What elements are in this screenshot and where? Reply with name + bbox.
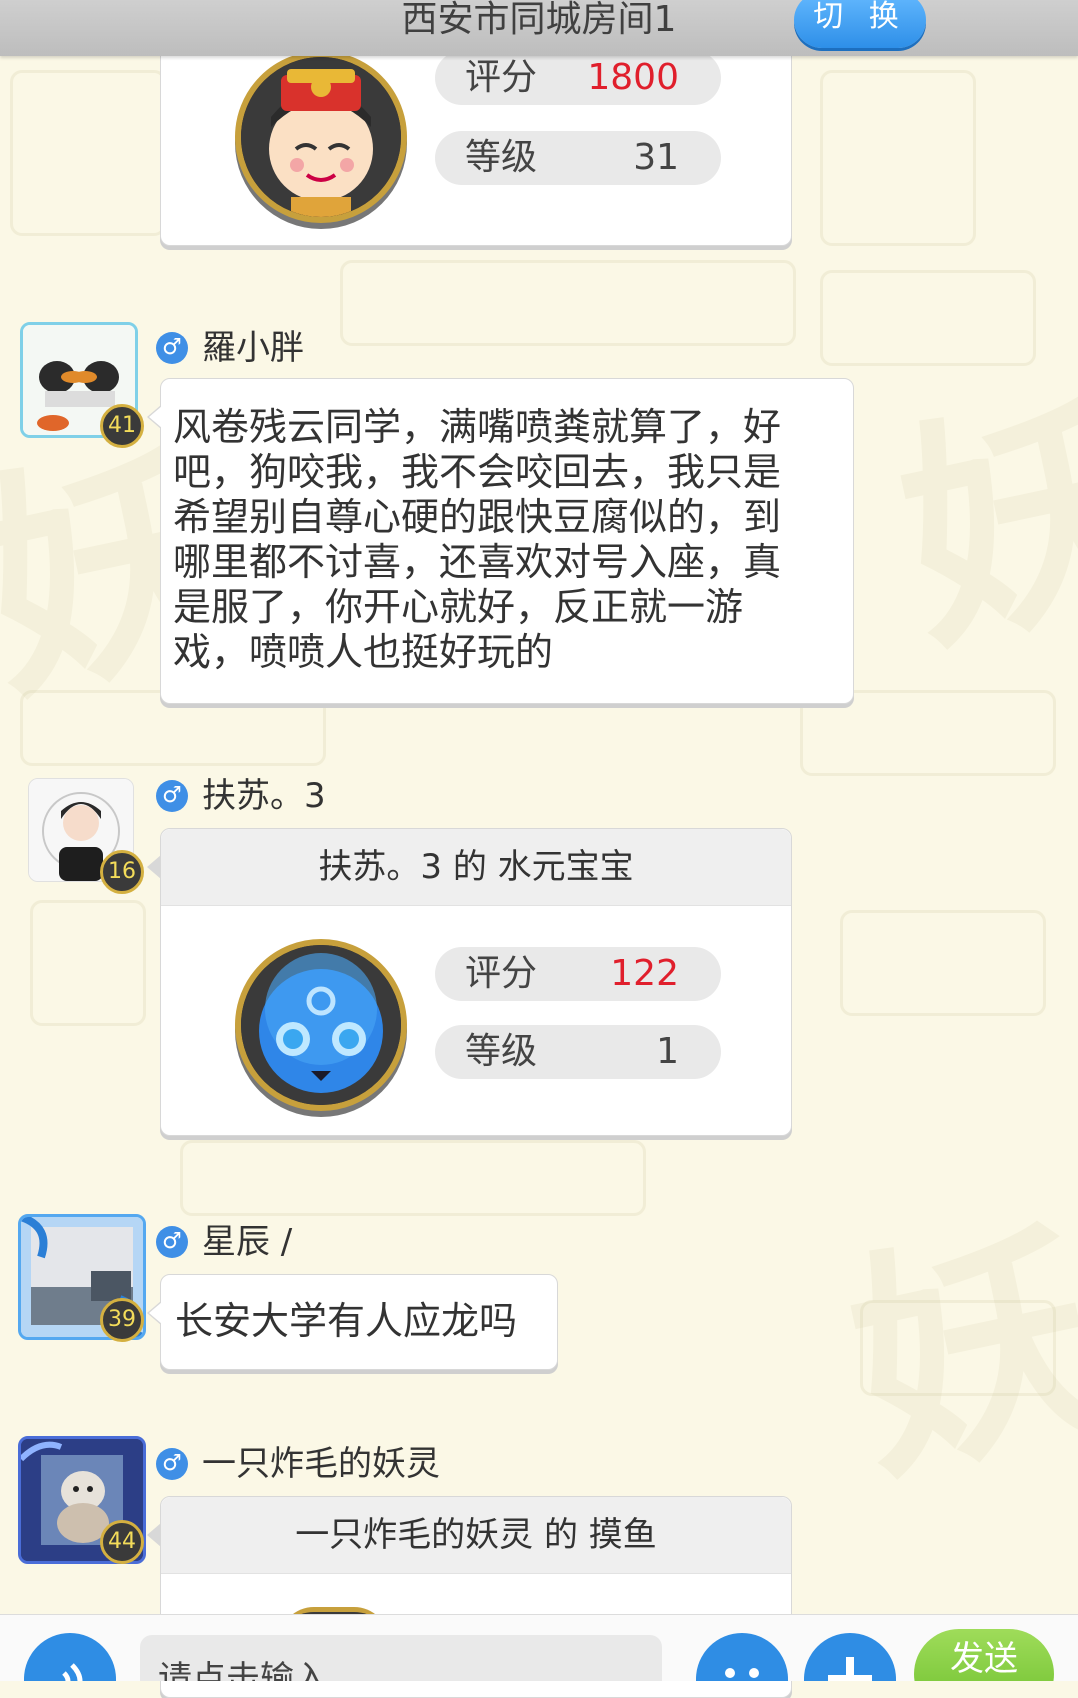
send-button[interactable]: 发送 [914,1629,1054,1681]
pet-card[interactable]: 扶苏。3 的 水元宝宝 评分 122 等级 1 [147,828,792,1136]
message-input[interactable]: 请点击输入 [140,1635,662,1681]
score-stat: 评分 1800 [435,51,721,105]
user-level-badge: 44 [100,1520,144,1564]
message-text: 长安大学有人应龙吗 [175,1299,518,1343]
level-label: 等级 [465,137,538,178]
level-label: 等级 [465,1031,538,1072]
score-value: 1800 [587,57,679,98]
score-value: 122 [610,953,679,994]
add-button[interactable] [804,1633,896,1681]
pet-card-title: 一只炸毛的妖灵 的 摸鱼 [161,1497,791,1574]
water-spirit-icon [241,945,401,1105]
male-icon: ♂ [156,332,188,364]
level-value: 31 [633,137,679,178]
child-pet-icon [241,57,401,217]
user-level-badge: 41 [100,404,144,448]
pet-card-title: 扶苏。3 的 水元宝宝 [161,829,791,906]
top-bar: 西安市同城房间1 切 换 [0,0,1078,56]
message-bubble: 风卷残云同学，满嘴喷粪就算了，好吧，狗咬我，我不会咬回去，我只是希望别自尊心硬的… [147,378,854,704]
message-bubble: 长安大学有人应龙吗 [147,1274,558,1370]
message-text: 风卷残云同学，满嘴喷粪就算了，好吧，狗咬我，我不会咬回去，我只是希望别自尊心硬的… [173,405,782,674]
voice-button[interactable] [24,1633,116,1681]
level-stat: 等级 31 [435,131,721,185]
male-icon: ♂ [156,780,188,812]
score-label: 评分 [465,57,538,98]
emoji-icon [725,1668,759,1678]
username[interactable]: 一只炸毛的妖灵 [202,1444,440,1484]
score-stat: 评分 122 [435,947,721,1001]
male-icon: ♂ [156,1448,188,1480]
user-level-badge: 39 [100,1298,144,1342]
pet-avatar [235,939,407,1111]
voice-icon [62,1663,83,1681]
username[interactable]: 星辰 / [202,1222,292,1262]
username[interactable]: 羅小胖 [202,328,304,368]
male-icon: ♂ [156,1226,188,1258]
score-label: 评分 [465,953,538,994]
user-level-badge: 16 [100,850,144,894]
username[interactable]: 扶苏。3 [202,776,326,816]
level-value: 1 [656,1031,679,1072]
plus-icon [828,1657,872,1681]
bottom-bar: 请点击输入 发送 [0,1614,1078,1681]
emoji-button[interactable] [696,1633,788,1681]
pet-avatar [235,51,407,223]
level-stat: 等级 1 [435,1025,721,1079]
switch-room-button[interactable]: 切 换 [794,0,926,48]
